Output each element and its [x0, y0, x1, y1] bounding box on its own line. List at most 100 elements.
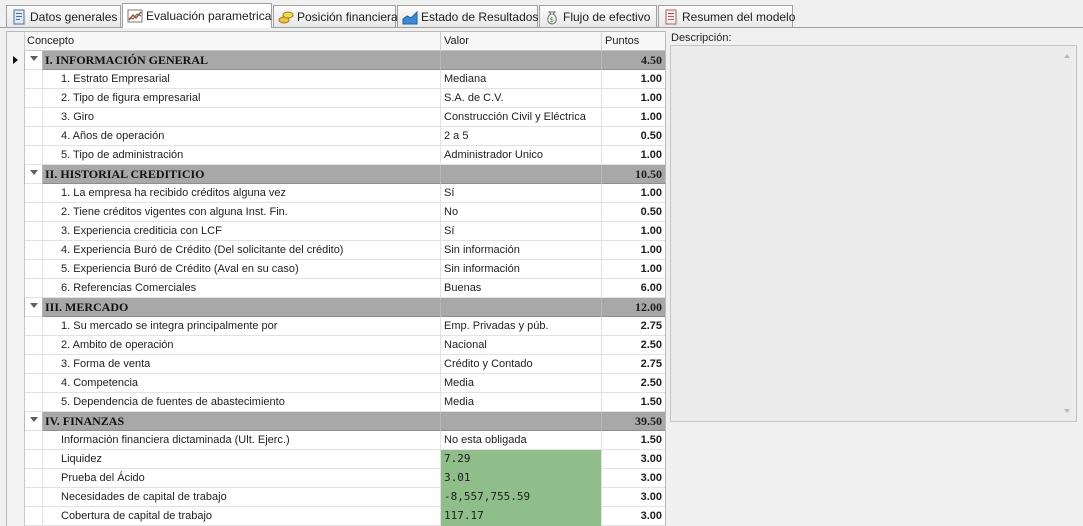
- scroll-up-arrow-icon[interactable]: [1064, 54, 1070, 58]
- concept-cell[interactable]: 2. Tipo de figura empresarial: [43, 89, 441, 108]
- row-indicator[interactable]: [7, 431, 25, 450]
- row-indicator[interactable]: [7, 222, 25, 241]
- puntos-cell[interactable]: 2.75: [602, 355, 665, 374]
- table-row[interactable]: Necesidades de capital de trabajo -8,557…: [7, 488, 665, 507]
- valor-cell[interactable]: Buenas: [441, 279, 602, 298]
- concept-cell[interactable]: 1. Su mercado se integra principalmente …: [43, 317, 441, 336]
- group-expand-toggle[interactable]: [25, 412, 43, 431]
- concept-cell[interactable]: Información financiera dictaminada (Ult.…: [43, 431, 441, 450]
- table-row[interactable]: 5. Tipo de administración Administrador …: [7, 146, 665, 165]
- concept-cell[interactable]: 5. Tipo de administración: [43, 146, 441, 165]
- table-row[interactable]: 6. Referencias Comerciales Buenas 6.00: [7, 279, 665, 298]
- valor-cell[interactable]: No esta obligada: [441, 431, 602, 450]
- puntos-cell[interactable]: 1.00: [602, 146, 665, 165]
- row-indicator[interactable]: [7, 488, 25, 507]
- row-indicator[interactable]: [7, 260, 25, 279]
- puntos-cell[interactable]: 1.00: [602, 108, 665, 127]
- row-indicator[interactable]: [7, 165, 25, 184]
- puntos-cell[interactable]: 1.00: [602, 70, 665, 89]
- concept-cell[interactable]: Cobertura de capital de trabajo: [43, 507, 441, 526]
- concept-cell[interactable]: 5. Experiencia Buró de Crédito (Aval en …: [43, 260, 441, 279]
- table-row[interactable]: 4. Años de operación 2 a 5 0.50: [7, 127, 665, 146]
- group-expand-toggle[interactable]: [25, 165, 43, 184]
- puntos-cell[interactable]: 3.00: [602, 488, 665, 507]
- group-expand-toggle[interactable]: [25, 51, 43, 70]
- row-indicator[interactable]: [7, 108, 25, 127]
- column-header-concepto[interactable]: Concepto: [25, 32, 441, 51]
- tab-posicion-financiera[interactable]: Posición financiera: [273, 5, 398, 27]
- concept-cell[interactable]: 6. Referencias Comerciales: [43, 279, 441, 298]
- table-row[interactable]: 1. Estrato Empresarial Mediana 1.00: [7, 70, 665, 89]
- valor-cell[interactable]: Sí: [441, 222, 602, 241]
- valor-cell[interactable]: Sin información: [441, 260, 602, 279]
- valor-cell[interactable]: S.A. de C.V.: [441, 89, 602, 108]
- row-indicator[interactable]: [7, 450, 25, 469]
- row-indicator[interactable]: [7, 51, 25, 70]
- table-row[interactable]: 3. Forma de venta Crédito y Contado 2.75: [7, 355, 665, 374]
- table-row[interactable]: 2. Tiene créditos vigentes con alguna In…: [7, 203, 665, 222]
- table-row[interactable]: 4. Competencia Media 2.50: [7, 374, 665, 393]
- tab-evaluacion-parametrica[interactable]: Evaluación parametrica: [122, 3, 272, 28]
- table-row[interactable]: 1. Su mercado se integra principalmente …: [7, 317, 665, 336]
- puntos-cell[interactable]: 0.50: [602, 203, 665, 222]
- row-indicator[interactable]: [7, 336, 25, 355]
- tab-estado-resultados[interactable]: Estado de Resultados: [397, 5, 538, 27]
- table-row[interactable]: 2. Tipo de figura empresarial S.A. de C.…: [7, 89, 665, 108]
- puntos-cell[interactable]: 1.00: [602, 222, 665, 241]
- row-indicator[interactable]: [7, 241, 25, 260]
- group-row[interactable]: I. INFORMACIÓN GENERAL 4.50: [7, 51, 665, 70]
- row-indicator[interactable]: [7, 469, 25, 488]
- tab-flujo-efectivo[interactable]: $ Flujo de efectivo: [539, 5, 657, 27]
- puntos-cell[interactable]: 3.00: [602, 450, 665, 469]
- concept-cell[interactable]: Prueba del Ácido: [43, 469, 441, 488]
- puntos-cell[interactable]: 1.50: [602, 431, 665, 450]
- valor-cell[interactable]: Crédito y Contado: [441, 355, 602, 374]
- table-row[interactable]: 3. Giro Construcción Civil y Eléctrica 1…: [7, 108, 665, 127]
- puntos-cell[interactable]: 6.00: [602, 279, 665, 298]
- row-indicator[interactable]: [7, 184, 25, 203]
- column-header-puntos[interactable]: Puntos: [602, 32, 665, 51]
- puntos-cell[interactable]: 3.00: [602, 469, 665, 488]
- puntos-cell[interactable]: 1.00: [602, 89, 665, 108]
- valor-cell[interactable]: No: [441, 203, 602, 222]
- table-row[interactable]: 2. Ambito de operación Nacional 2.50: [7, 336, 665, 355]
- row-indicator[interactable]: [7, 279, 25, 298]
- valor-cell[interactable]: Construcción Civil y Eléctrica: [441, 108, 602, 127]
- valor-cell-highlighted[interactable]: -8,557,755.59: [441, 488, 602, 507]
- valor-cell-highlighted[interactable]: 7.29: [441, 450, 602, 469]
- row-indicator[interactable]: [7, 412, 25, 431]
- puntos-cell[interactable]: 1.00: [602, 260, 665, 279]
- concept-cell[interactable]: 3. Forma de venta: [43, 355, 441, 374]
- puntos-cell[interactable]: 1.50: [602, 393, 665, 412]
- puntos-cell[interactable]: 2.50: [602, 374, 665, 393]
- concept-cell[interactable]: 3. Experiencia crediticia con LCF: [43, 222, 441, 241]
- valor-cell[interactable]: 2 a 5: [441, 127, 602, 146]
- row-indicator[interactable]: [7, 317, 25, 336]
- row-indicator[interactable]: [7, 89, 25, 108]
- table-row[interactable]: Cobertura de capital de trabajo 117.17 3…: [7, 507, 665, 526]
- concept-cell[interactable]: 4. Competencia: [43, 374, 441, 393]
- valor-cell[interactable]: Media: [441, 393, 602, 412]
- table-row[interactable]: 4. Experiencia Buró de Crédito (Del soli…: [7, 241, 665, 260]
- puntos-cell[interactable]: 1.00: [602, 241, 665, 260]
- valor-cell-highlighted[interactable]: 3.01: [441, 469, 602, 488]
- valor-cell[interactable]: Emp. Privadas y púb.: [441, 317, 602, 336]
- concept-cell[interactable]: 4. Años de operación: [43, 127, 441, 146]
- valor-cell[interactable]: Sin información: [441, 241, 602, 260]
- group-expand-toggle[interactable]: [25, 298, 43, 317]
- concept-cell[interactable]: 3. Giro: [43, 108, 441, 127]
- column-header-valor[interactable]: Valor: [441, 32, 602, 51]
- table-row[interactable]: 5. Experiencia Buró de Crédito (Aval en …: [7, 260, 665, 279]
- puntos-cell[interactable]: 1.00: [602, 184, 665, 203]
- row-indicator[interactable]: [7, 355, 25, 374]
- row-indicator[interactable]: [7, 298, 25, 317]
- row-indicator[interactable]: [7, 203, 25, 222]
- table-row[interactable]: Liquidez 7.29 3.00: [7, 450, 665, 469]
- row-indicator[interactable]: [7, 507, 25, 526]
- concept-cell[interactable]: 1. Estrato Empresarial: [43, 70, 441, 89]
- table-row[interactable]: Prueba del Ácido 3.01 3.00: [7, 469, 665, 488]
- table-row[interactable]: Información financiera dictaminada (Ult.…: [7, 431, 665, 450]
- puntos-cell[interactable]: 3.00: [602, 507, 665, 526]
- table-row[interactable]: 3. Experiencia crediticia con LCF Sí 1.0…: [7, 222, 665, 241]
- valor-cell[interactable]: Sí: [441, 184, 602, 203]
